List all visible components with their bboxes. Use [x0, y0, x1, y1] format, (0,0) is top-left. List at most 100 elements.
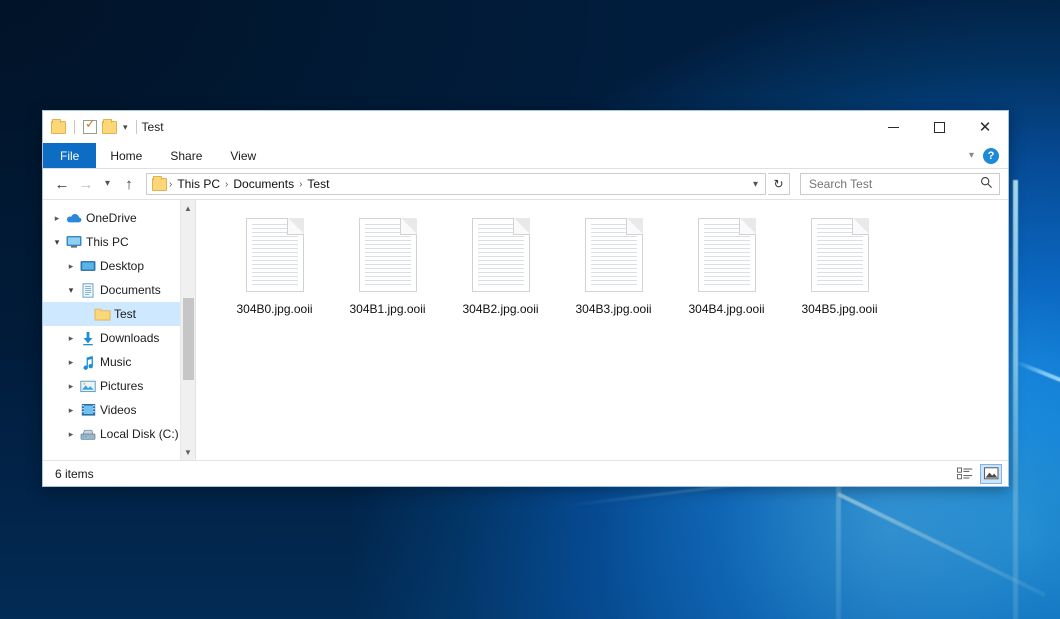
document-fold — [626, 218, 643, 235]
chevron-down-icon[interactable]: ▾ — [123, 123, 128, 132]
breadcrumb-item-documents[interactable]: Documents — [228, 177, 299, 191]
sidebar-item-music[interactable]: ▸ Music — [43, 350, 195, 374]
generic-document-icon — [811, 218, 869, 292]
sidebar-item-local-disk-c[interactable]: ▸ Local Disk (C:) — [43, 422, 195, 446]
maximize-button[interactable] — [916, 111, 962, 143]
chevron-right-icon[interactable]: ▸ — [63, 333, 79, 344]
generic-document-icon — [246, 218, 304, 292]
sidebar-item-label: Documents — [100, 283, 161, 297]
file-name-label: 304B4.jpg.ooii — [688, 302, 764, 316]
file-list-pane[interactable]: 304B0.jpg.ooii 304B1.jpg.ooii — [195, 200, 1008, 460]
sidebar-item-videos[interactable]: ▸ Videos — [43, 398, 195, 422]
chevron-right-icon[interactable]: ▸ — [63, 381, 79, 392]
window-title: Test — [142, 120, 164, 134]
file-grid: 304B0.jpg.ooii 304B1.jpg.ooii — [218, 214, 1008, 332]
navigation-tree: ▸ OneDrive ▾ This PC ▸ — [43, 200, 195, 460]
monitor-icon — [65, 235, 83, 249]
scrollbar-track[interactable] — [181, 216, 196, 444]
file-item[interactable]: 304B3.jpg.ooii — [557, 214, 670, 332]
search-icon[interactable] — [980, 176, 993, 192]
chevron-right-icon[interactable]: ▸ — [49, 213, 65, 224]
file-name-label: 304B5.jpg.ooii — [801, 302, 877, 316]
tab-file[interactable]: File — [43, 143, 96, 168]
divider — [136, 120, 137, 134]
file-item[interactable]: 304B5.jpg.ooii — [783, 214, 896, 332]
close-button[interactable]: ✕ — [962, 111, 1008, 143]
folder-icon[interactable] — [51, 121, 66, 134]
sidebar-item-label: Desktop — [100, 259, 144, 273]
sidebar-item-downloads[interactable]: ▸ Downloads — [43, 326, 195, 350]
tab-home[interactable]: Home — [96, 143, 156, 168]
properties-icon[interactable] — [83, 120, 97, 134]
tab-view[interactable]: View — [216, 143, 270, 168]
chevron-right-icon[interactable]: ▸ — [63, 261, 79, 272]
file-name-label: 304B2.jpg.ooii — [462, 302, 538, 316]
chevron-down-icon[interactable]: ▾ — [49, 237, 65, 248]
file-name-label: 304B1.jpg.ooii — [349, 302, 425, 316]
refresh-button[interactable]: ↻ — [768, 173, 790, 195]
sidebar-item-label: Videos — [100, 403, 136, 417]
details-view-button[interactable] — [954, 464, 976, 484]
title-bar: ▾ Test ✕ — [43, 111, 1008, 143]
back-button[interactable]: ← — [51, 173, 73, 195]
videos-icon — [79, 403, 97, 417]
folder-icon — [93, 307, 111, 321]
sidebar-item-label: Test — [114, 307, 136, 321]
breadcrumb: › This PC › Documents › Test — [169, 177, 748, 191]
scroll-down-button[interactable]: ▼ — [181, 444, 196, 460]
file-item[interactable]: 304B1.jpg.ooii — [331, 214, 444, 332]
search-input[interactable] — [807, 176, 980, 192]
chevron-right-icon[interactable]: ▸ — [63, 429, 79, 440]
file-item[interactable]: 304B0.jpg.ooii — [218, 214, 331, 332]
breadcrumb-item-this-pc[interactable]: This PC — [172, 177, 225, 191]
recent-locations-button[interactable]: ▾ — [99, 173, 116, 195]
new-folder-icon[interactable] — [102, 121, 117, 134]
drive-icon — [79, 428, 97, 441]
sidebar-item-label: Downloads — [100, 331, 159, 345]
sidebar-item-label: Music — [100, 355, 131, 369]
download-icon — [79, 331, 97, 346]
file-explorer-window: ▾ Test ✕ File Home Share View ▾ ? ← → — [42, 110, 1009, 487]
quick-access-toolbar: ▾ — [51, 120, 140, 134]
file-item[interactable]: 304B2.jpg.ooii — [444, 214, 557, 332]
large-icons-view-button[interactable] — [980, 464, 1002, 484]
sidebar-item-desktop[interactable]: ▸ Desktop — [43, 254, 195, 278]
chevron-right-icon[interactable]: ▸ — [63, 357, 79, 368]
document-fold — [739, 218, 756, 235]
search-box[interactable] — [800, 173, 1000, 195]
scroll-up-button[interactable]: ▲ — [181, 200, 196, 216]
folder-icon — [152, 178, 167, 191]
sidebar-item-label: OneDrive — [86, 211, 137, 225]
cloud-icon — [65, 212, 83, 224]
tab-share[interactable]: Share — [156, 143, 216, 168]
breadcrumb-bar[interactable]: › This PC › Documents › Test ▾ — [146, 173, 766, 195]
help-button[interactable]: ? — [983, 148, 999, 164]
view-buttons — [954, 464, 1002, 484]
sidebar-item-documents[interactable]: ▾ Documents — [43, 278, 195, 302]
minimize-icon — [888, 127, 899, 128]
sidebar-item-onedrive[interactable]: ▸ OneDrive — [43, 206, 195, 230]
maximize-icon — [934, 122, 945, 133]
document-fold — [852, 218, 869, 235]
up-button[interactable]: ↑ — [118, 173, 140, 195]
chevron-right-icon[interactable]: ▸ — [63, 405, 79, 416]
sidebar-item-test[interactable]: Test — [43, 302, 195, 326]
scrollbar-thumb[interactable] — [183, 298, 194, 380]
breadcrumb-item-test[interactable]: Test — [302, 177, 334, 191]
address-dropdown-icon[interactable]: ▾ — [748, 179, 763, 190]
minimize-button[interactable] — [870, 111, 916, 143]
item-count-label: 6 items — [55, 467, 94, 481]
sidebar-item-this-pc[interactable]: ▾ This PC — [43, 230, 195, 254]
expand-ribbon-icon[interactable]: ▾ — [969, 150, 974, 161]
sidebar-item-pictures[interactable]: ▸ Pictures — [43, 374, 195, 398]
sidebar-item-label: Local Disk (C:) — [100, 427, 179, 441]
navigation-scrollbar[interactable]: ▲ ▼ — [180, 200, 195, 460]
chevron-down-icon[interactable]: ▾ — [63, 285, 79, 296]
window-controls: ✕ — [870, 111, 1008, 143]
ribbon-tab-strip: File Home Share View ▾ ? — [43, 143, 1008, 169]
desktop-icon — [79, 260, 97, 273]
status-bar: 6 items — [43, 460, 1008, 486]
file-name-label: 304B0.jpg.ooii — [236, 302, 312, 316]
file-item[interactable]: 304B4.jpg.ooii — [670, 214, 783, 332]
forward-button[interactable]: → — [75, 173, 97, 195]
